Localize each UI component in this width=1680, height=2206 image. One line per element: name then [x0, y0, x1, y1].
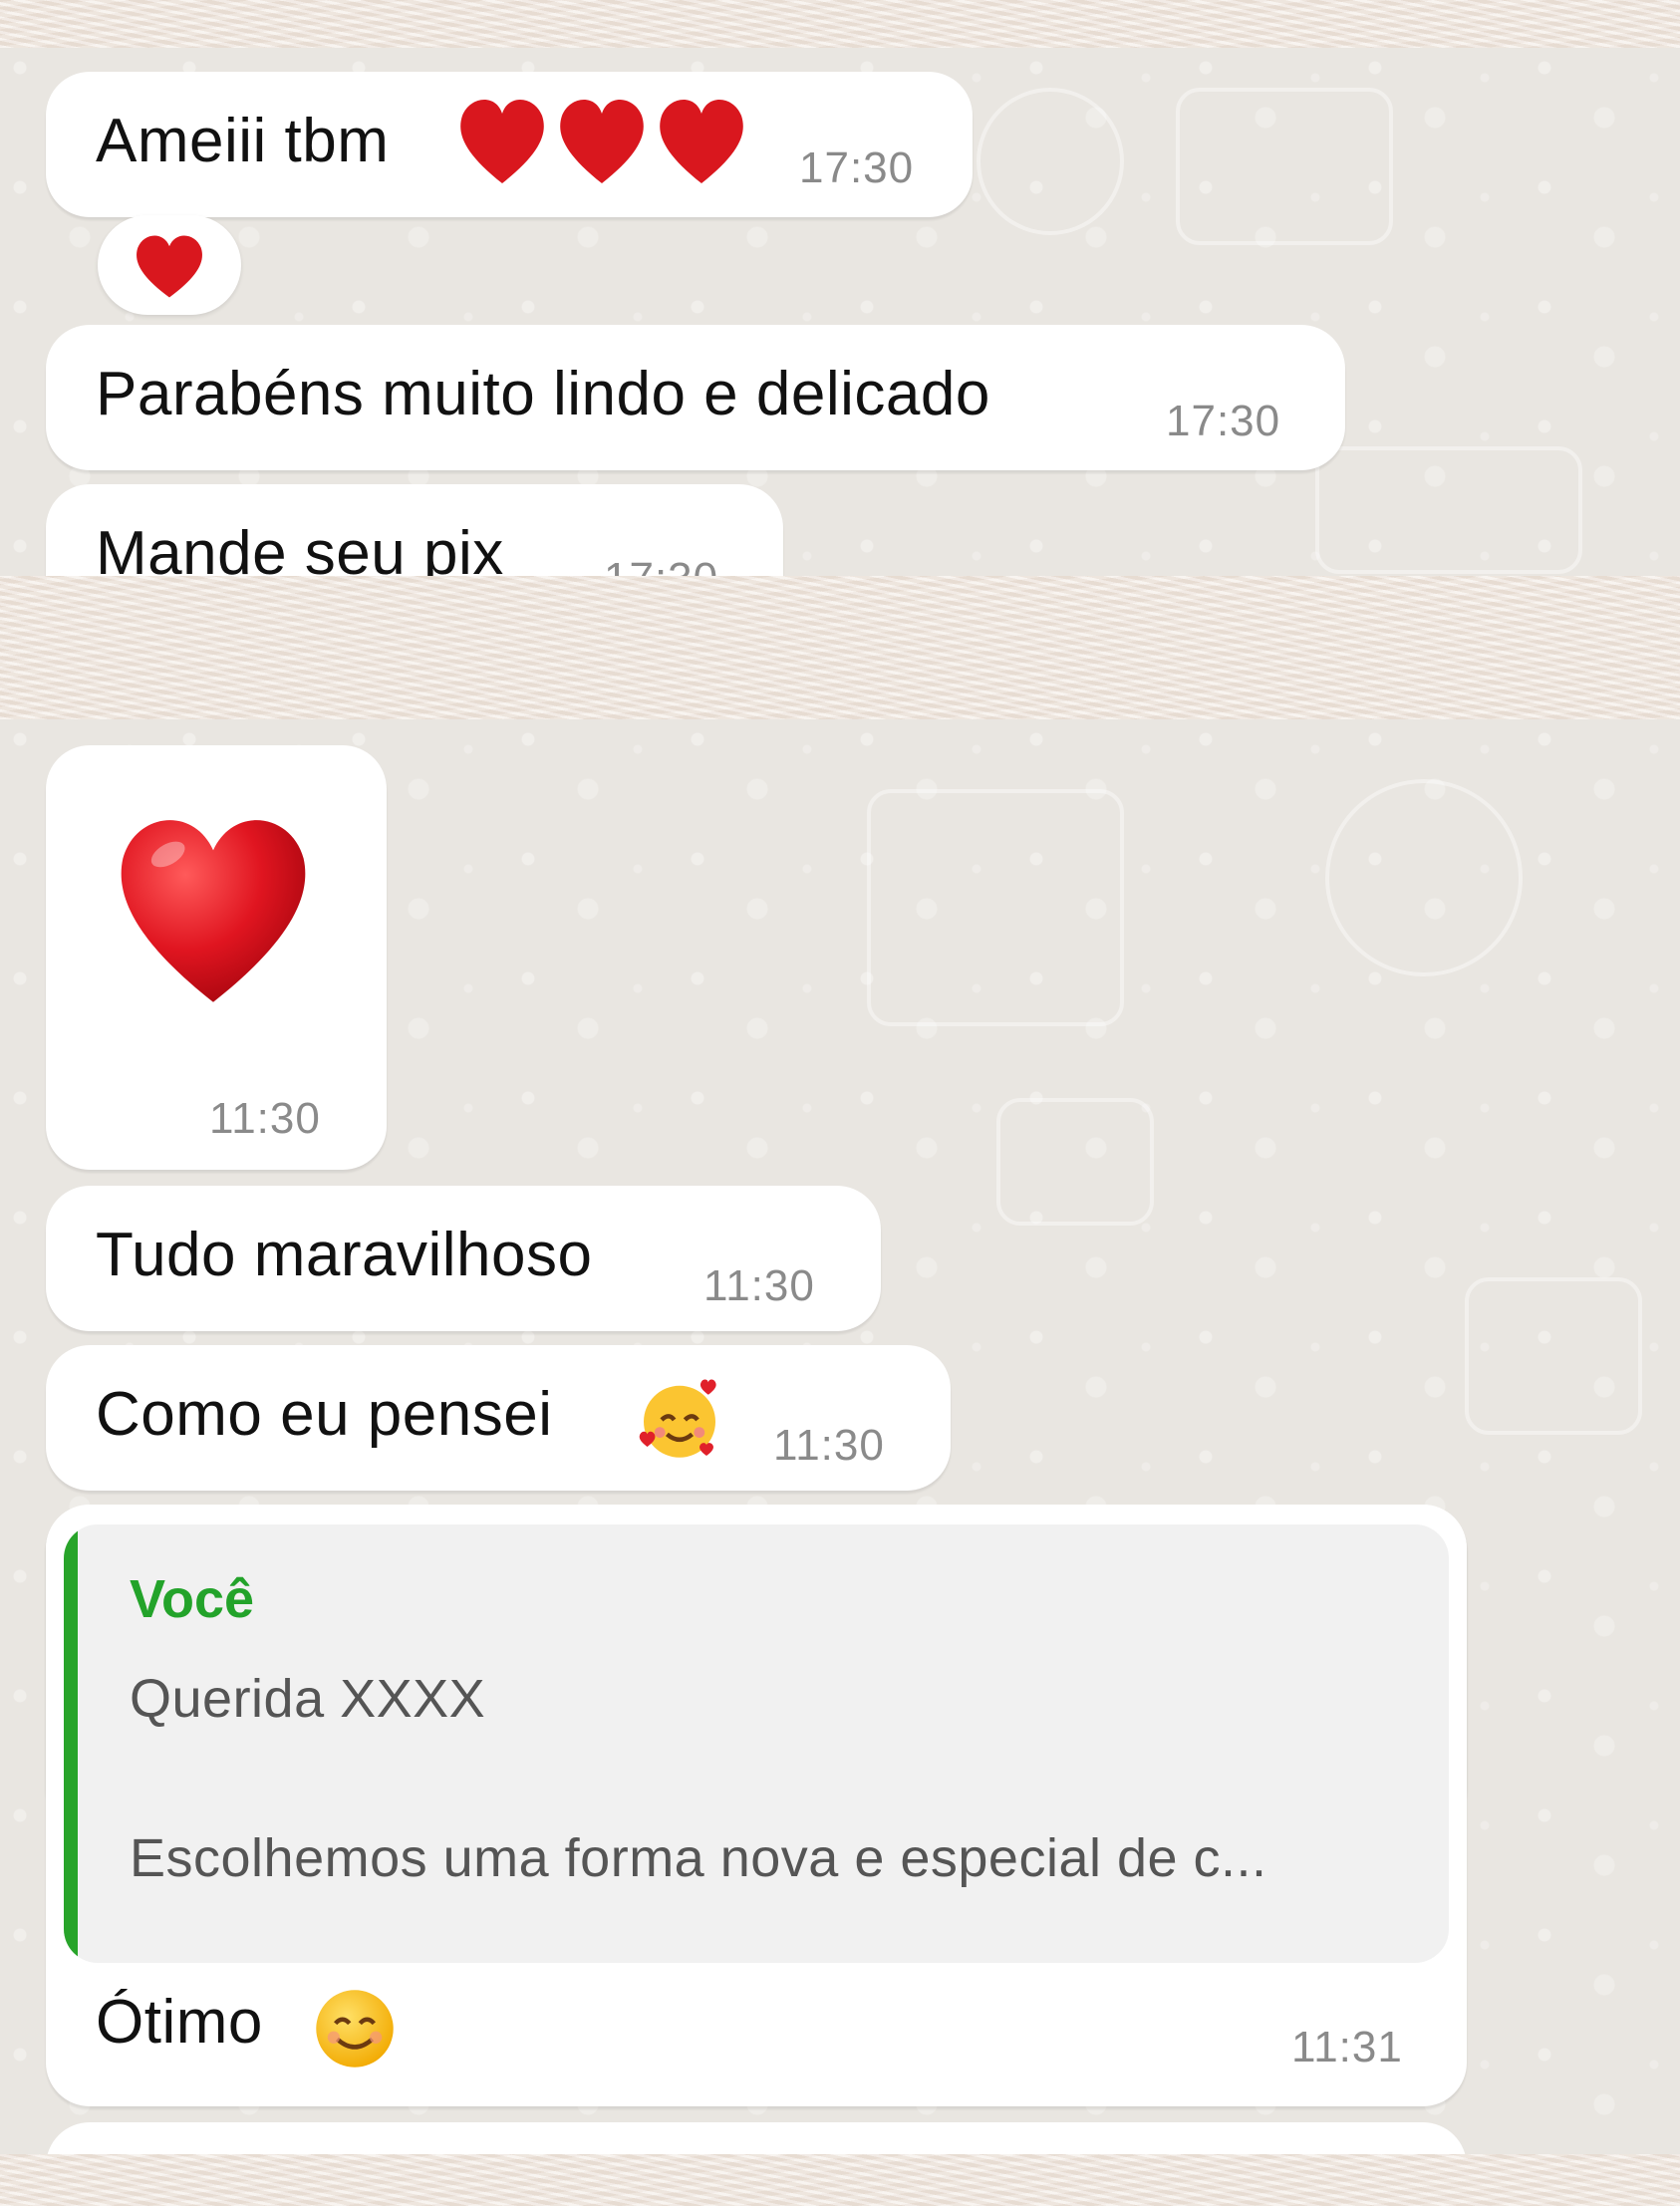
paper-strip-bottom — [0, 2154, 1680, 2206]
reaction-badge[interactable] — [98, 215, 241, 315]
doodle-decoration — [996, 1098, 1154, 1226]
quote-line-2: Escolhemos uma forma nova e especial de … — [130, 1828, 1267, 1888]
message-text: Tudo maravilhoso — [96, 1221, 593, 1289]
doodle-decoration — [867, 789, 1124, 1026]
message-time: 11:30 — [209, 1094, 321, 1143]
message-time: 11:30 — [773, 1421, 885, 1470]
message-bubble[interactable]: Mande seu pix 17:30 — [46, 484, 783, 576]
red-heart-icon — [137, 235, 202, 298]
doodle-decoration — [1176, 88, 1393, 245]
message-time: 11:30 — [703, 1261, 815, 1310]
message-text: Parabéns muito lindo e delicado — [96, 360, 990, 428]
doodle-decoration — [977, 88, 1124, 235]
message-time: 17:30 — [604, 554, 718, 576]
quote-accent-bar — [64, 1524, 78, 1963]
doodle-decoration — [1465, 1277, 1642, 1435]
message-bubble[interactable]: Tudo maravilhoso 11:30 — [46, 1186, 881, 1331]
smiling-face-with-hearts-icon — [639, 1379, 716, 1458]
quote-line-1: Querida XXXX — [130, 1669, 486, 1729]
doodle-decoration — [1325, 779, 1523, 976]
quote-author: Você — [130, 1569, 255, 1629]
doodle-decoration — [1315, 446, 1582, 574]
message-bubble[interactable] — [46, 2122, 1467, 2154]
paper-strip-middle — [0, 576, 1680, 719]
smiling-face-icon — [316, 1990, 394, 2068]
chat-panel-top: Ameiii tbm 17:30 Parabéns muito lindo e … — [0, 48, 1680, 576]
message-bubble[interactable]: Parabéns muito lindo e delicado 17:30 — [46, 325, 1345, 470]
message-time: 11:31 — [1291, 2023, 1403, 2071]
message-time: 17:30 — [1166, 397, 1281, 445]
message-bubble[interactable]: 11:30 — [46, 745, 387, 1170]
message-bubble[interactable]: Ameiii tbm 17:30 — [46, 72, 973, 217]
red-hearts-icon — [454, 92, 753, 196]
message-text: Como eu pensei — [96, 1380, 553, 1449]
paper-strip-top — [0, 0, 1680, 48]
message-text: Mande seu pix — [96, 519, 504, 576]
message-time: 17:30 — [799, 143, 915, 192]
message-text: Ótimo — [96, 1988, 263, 2057]
chat-panel-bottom: 11:30 Tudo maravilhoso 11:30 Como eu pen… — [0, 719, 1680, 2154]
message-text: Ameiii tbm — [96, 107, 390, 175]
reply-message-bubble-body[interactable]: Você Querida XXXX Escolhemos uma forma n… — [46, 1505, 1467, 2106]
large-red-heart-icon — [121, 820, 306, 1002]
message-bubble[interactable]: Como eu pensei 11:30 — [46, 1345, 951, 1491]
quoted-message[interactable]: Você Querida XXXX Escolhemos uma forma n… — [64, 1524, 1449, 1963]
